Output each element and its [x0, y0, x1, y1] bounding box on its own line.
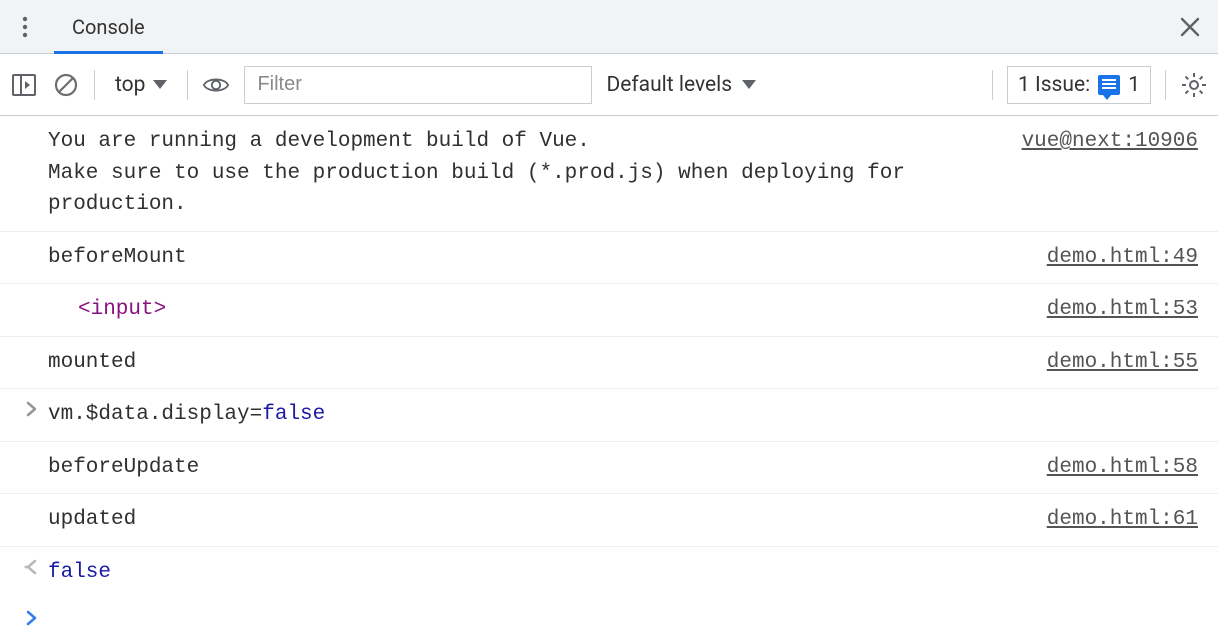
prompt-input[interactable]: [48, 608, 1198, 626]
context-selector[interactable]: top: [109, 73, 173, 97]
gutter: [0, 504, 48, 536]
source-link[interactable]: demo.html:61: [1047, 504, 1198, 536]
prompt-caret-icon: [0, 608, 48, 626]
sidebar-toggle-icon[interactable]: [10, 71, 38, 99]
eye-icon[interactable]: [202, 71, 230, 99]
gutter: [0, 126, 48, 221]
prompt-row[interactable]: [0, 598, 1218, 626]
log-levels-selector[interactable]: Default levels: [606, 73, 978, 97]
log-message: beforeMount: [48, 242, 1027, 274]
console-toolbar: top Default levels 1 Issue: 1: [0, 54, 1218, 116]
issue-badge-icon: [1098, 75, 1120, 95]
gutter: [0, 452, 48, 484]
console-log: You are running a development build of V…: [0, 116, 1218, 626]
gear-icon[interactable]: [1180, 71, 1208, 99]
input-caret-icon: [0, 399, 48, 431]
input-row: vm.$data.display=false: [0, 389, 1218, 442]
chevron-down-icon: [153, 80, 167, 89]
expr-keyword: false: [262, 403, 325, 426]
kebab-menu-icon[interactable]: [8, 10, 42, 44]
source-link[interactable]: demo.html:58: [1047, 452, 1198, 484]
result-caret-icon: [0, 557, 48, 589]
close-icon[interactable]: [1176, 13, 1204, 41]
source-link[interactable]: vue@next:10906: [1022, 126, 1198, 158]
separator: [1165, 70, 1166, 100]
source-link[interactable]: demo.html:55: [1047, 347, 1198, 379]
issues-count: 1: [1128, 73, 1140, 97]
tab-label: Console: [72, 15, 145, 39]
devtools-tabbar: Console: [0, 0, 1218, 54]
context-label: top: [115, 73, 145, 97]
log-message: updated: [48, 504, 1027, 536]
log-message: You are running a development build of V…: [48, 126, 1002, 221]
clear-console-icon[interactable]: [52, 71, 80, 99]
tab-console[interactable]: Console: [54, 0, 163, 53]
log-row: You are running a development build of V…: [0, 116, 1218, 232]
issues-button[interactable]: 1 Issue: 1: [1007, 66, 1151, 104]
filter-input[interactable]: [244, 66, 592, 104]
log-row: <input> demo.html:53: [0, 284, 1218, 337]
log-row: updated demo.html:61: [0, 494, 1218, 547]
chevron-down-icon: [742, 80, 756, 89]
log-message: mounted: [48, 347, 1027, 379]
source-link[interactable]: demo.html:53: [1047, 294, 1198, 326]
log-message: beforeUpdate: [48, 452, 1027, 484]
gutter: [0, 347, 48, 379]
separator: [992, 70, 993, 100]
result-value: false: [48, 557, 1198, 589]
log-row: mounted demo.html:55: [0, 337, 1218, 390]
issues-label: 1 Issue:: [1018, 73, 1090, 97]
separator: [187, 70, 188, 100]
separator: [94, 70, 95, 100]
input-expression: vm.$data.display=false: [48, 399, 1198, 431]
expr-text: vm.$data.display=: [48, 403, 262, 426]
source-link[interactable]: demo.html:49: [1047, 242, 1198, 274]
gutter: [0, 242, 48, 274]
log-element[interactable]: <input>: [48, 294, 1027, 326]
result-row: false: [0, 547, 1218, 599]
log-row: beforeMount demo.html:49: [0, 232, 1218, 285]
log-row: beforeUpdate demo.html:58: [0, 442, 1218, 495]
result-keyword: false: [48, 561, 111, 584]
levels-label: Default levels: [606, 73, 732, 97]
